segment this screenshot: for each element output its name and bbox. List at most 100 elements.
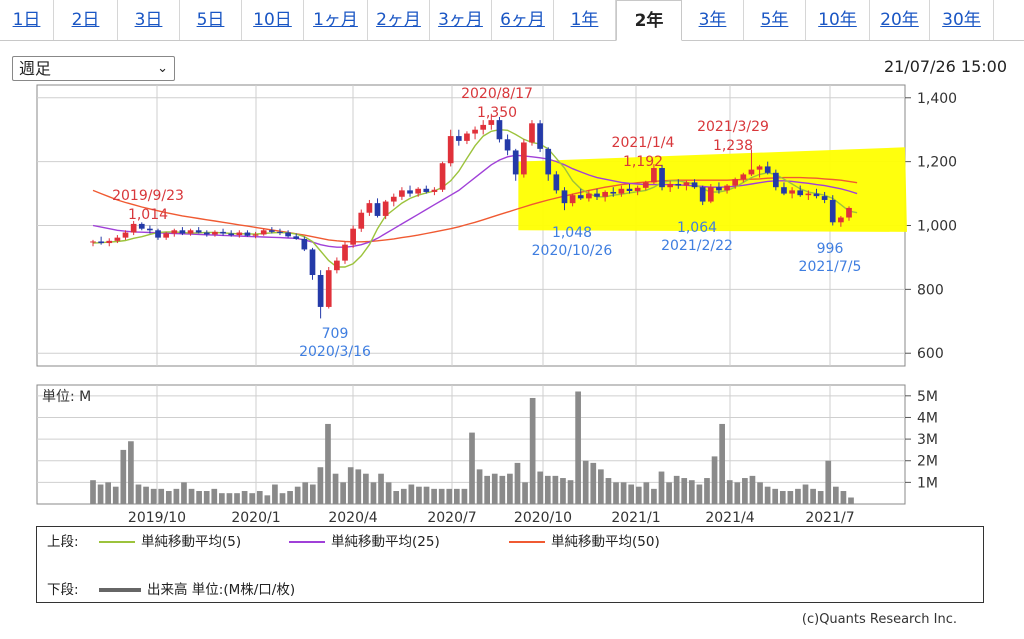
candle-body-60 [577, 195, 584, 199]
trough-value-label-2: 1,064 [677, 220, 717, 236]
candle-body-78 [724, 185, 730, 191]
candle-body-65 [618, 188, 625, 194]
candle-body-40 [415, 188, 422, 194]
volume-bar-59 [537, 471, 544, 504]
volume-bar-41 [400, 488, 407, 504]
candle-body-73 [683, 182, 690, 186]
candle-body-6 [138, 223, 145, 229]
volume-bar-57 [522, 482, 528, 504]
candle-body-76 [707, 187, 714, 202]
volume-ytick-label-0: 5M [917, 389, 938, 405]
trough-date-label-1: 2020/10/26 [532, 243, 613, 259]
volume-bar-78 [681, 478, 688, 504]
volume-bar-23 [264, 495, 271, 504]
volume-bar-21 [249, 493, 256, 504]
ma5-line-swatch [99, 541, 135, 543]
candle-body-23 [277, 231, 283, 233]
candle-body-0 [90, 241, 96, 243]
volume-bar-34 [347, 467, 354, 504]
volume-bar-20 [241, 491, 248, 504]
x-axis-label-5: 2021/1 [611, 510, 660, 526]
candle-body-36 [382, 201, 389, 216]
candle-body-37 [390, 196, 397, 202]
volume-bar-29 [309, 484, 316, 504]
legend-ma50: 単純移動平均(50) [509, 530, 660, 550]
volume-bar-100 [848, 497, 854, 504]
candle-body-48 [480, 124, 487, 130]
candle-body-57 [553, 174, 560, 191]
volume-bar-80 [696, 484, 703, 504]
volume-bar-88 [757, 482, 763, 504]
trough-value-label-1: 1,048 [552, 225, 592, 241]
candle-body-21 [260, 230, 267, 235]
volume-bar-87 [749, 475, 756, 504]
candle-body-39 [407, 190, 413, 194]
volume-bar-96 [817, 491, 824, 504]
candle-body-89 [813, 193, 820, 197]
volume-bar-62 [560, 478, 566, 504]
ma25-line-swatch [289, 541, 325, 543]
legend-ma25-label: 単純移動平均(25) [331, 534, 440, 550]
chart-legend: 上段: 単純移動平均(5) 単純移動平均(25) 単純移動平均(50) 下段: … [36, 526, 984, 603]
volume-bar-84 [726, 480, 733, 504]
candle-body-4 [122, 232, 129, 238]
candle-body-79 [732, 179, 739, 186]
candle-body-56 [545, 148, 552, 175]
ma50-line-swatch [509, 541, 545, 543]
candle-body-50 [496, 120, 503, 140]
volume-bar-31 [325, 423, 331, 504]
volume-bar-40 [393, 491, 400, 504]
legend-lower-label: 下段: [47, 582, 79, 598]
peak-date-label-3: 2021/3/29 [697, 119, 769, 135]
candle-body-13 [195, 230, 202, 233]
candle-body-30 [334, 260, 340, 271]
candle-body-31 [342, 244, 348, 261]
volume-bar-55 [507, 473, 513, 504]
volume-bar-56 [514, 462, 521, 504]
volume-bar-51 [476, 469, 483, 504]
candle-body-66 [626, 188, 633, 192]
volume-bar-26 [287, 491, 293, 504]
volume-bar-98 [832, 486, 839, 504]
candle-body-38 [399, 190, 405, 197]
volume-bar-4 [120, 449, 127, 504]
volume-bar-79 [688, 480, 695, 504]
volume-bar-71 [628, 484, 635, 504]
volume-bar-97 [825, 460, 832, 504]
candle-body-90 [821, 196, 828, 200]
candle-body-41 [423, 188, 430, 192]
volume-bar-3 [112, 486, 119, 504]
candle-body-11 [179, 230, 186, 234]
volume-bar-0 [90, 480, 96, 504]
candle-body-77 [716, 187, 722, 191]
candle-body-85 [781, 187, 787, 194]
volume-bar-83 [719, 423, 725, 504]
volume-bar-30 [317, 467, 324, 504]
volume-bar-70 [620, 482, 627, 504]
candle-body-47 [472, 129, 478, 134]
candle-body-24 [285, 232, 291, 237]
legend-volume-label: 出来高 単位:(M株/口/枚) [147, 582, 296, 598]
trough-date-label-0: 2020/3/16 [299, 344, 371, 360]
candle-body-62 [594, 193, 600, 197]
volume-bar-33 [340, 482, 346, 504]
candle-body-54 [529, 123, 535, 143]
candle-body-17 [228, 233, 235, 236]
candle-body-44 [447, 136, 454, 164]
x-axis-label-2: 2020/4 [328, 510, 377, 526]
x-axis-label-6: 2021/4 [705, 510, 754, 526]
candle-body-1 [98, 241, 104, 244]
candle-body-68 [642, 182, 649, 188]
candle-body-92 [838, 217, 844, 223]
volume-unit-label: 単位: M [42, 389, 91, 405]
candle-body-82 [756, 166, 763, 170]
candle-body-91 [829, 199, 836, 223]
volume-bar-22 [256, 491, 263, 504]
price-ytick-label-4: 600 [917, 346, 944, 362]
volume-bar-64 [575, 391, 581, 504]
volume-bar-91 [779, 491, 786, 504]
candle-body-45 [455, 136, 462, 141]
volume-bar-15 [203, 491, 210, 504]
volume-bar-13 [188, 488, 195, 504]
volume-bar-7 [143, 486, 149, 504]
